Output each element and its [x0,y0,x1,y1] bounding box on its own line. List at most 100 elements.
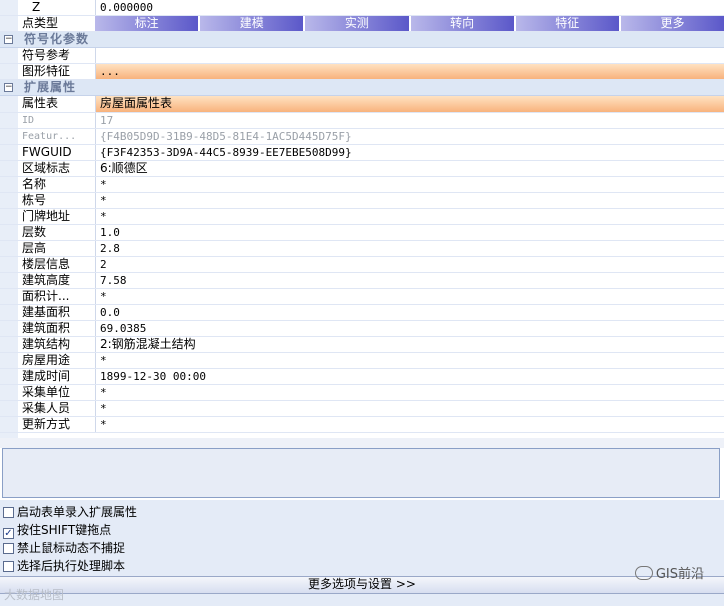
collapse-icon[interactable]: − [4,35,13,44]
attr-row[interactable]: 层高 2.8 [0,241,724,257]
collapse-icon[interactable]: − [4,83,13,92]
section-extended-attrs[interactable]: − 扩展属性 [0,80,724,96]
attr-value[interactable]: * [95,401,724,416]
point-type-tabs: 标注 建模 实测 转向 特征 更多 [95,16,724,31]
indent-bar [0,417,18,432]
attr-row[interactable]: 更新方式 * [0,417,724,433]
indent-bar [0,337,18,352]
attr-row[interactable]: 门牌地址 * [0,209,724,225]
attr-row[interactable]: 栋号 * [0,193,724,209]
attr-row[interactable]: 名称 * [0,177,724,193]
checkbox[interactable] [3,561,14,572]
attr-label: 采集单位 [22,385,71,399]
row-graphic-feature[interactable]: 图形特征 ... [0,64,724,80]
option-form-entry[interactable]: 启动表单录入扩展属性 [3,504,137,520]
attr-label: 面积计... [22,289,70,303]
attr-value[interactable]: * [95,193,724,208]
tab-more[interactable]: 更多 [620,16,724,31]
z-label: Z [32,0,41,14]
more-options-button[interactable]: 更多选项与设置 >> [0,576,724,594]
checkbox[interactable] [3,507,14,518]
option-run-script[interactable]: 选择后执行处理脚本 [3,558,125,574]
point-type-label: 点类型 [22,16,59,30]
attr-value[interactable]: 0.0 [95,305,724,320]
watermark-left: 大数据地图 [4,588,65,602]
indent-bar [0,0,18,15]
attr-row[interactable]: 建筑高度 7.58 [0,273,724,289]
row-value[interactable] [95,48,724,63]
attr-row[interactable]: FWGUID {F3F42353-3D9A-44C5-8939-EE7EBE508… [0,145,724,161]
attr-row[interactable]: 层数 1.0 [0,225,724,241]
z-value[interactable]: 0.000000 [95,0,724,15]
attr-row[interactable]: 房屋用途 * [0,353,724,369]
attr-value[interactable]: 17 [95,113,724,128]
attr-row[interactable]: 建筑面积 69.0385 [0,321,724,337]
attr-value[interactable]: 2:钢筋混凝土结构 [95,337,724,352]
indent-bar [0,305,18,320]
section-symbol-params[interactable]: − 符号化参数 [0,32,724,48]
attr-value[interactable]: 7.58 [95,273,724,288]
attr-row[interactable]: 建成时间 1899-12-30 00:00 [0,369,724,385]
watermark-text: GIS前沿 [655,567,704,582]
grid-blank-area [0,438,724,448]
attr-value[interactable]: * [95,177,724,192]
attr-value[interactable]: * [95,209,724,224]
tab-survey[interactable]: 实测 [305,16,409,31]
option-no-snap[interactable]: 禁止鼠标动态不捕捉 [3,540,125,556]
row-symbol-ref[interactable]: 符号参考 [0,48,724,64]
tab-turning[interactable]: 转向 [410,16,514,31]
option-shift-drag[interactable]: ✓ 按住SHIFT键拖点 [3,522,112,539]
indent-bar [0,353,18,368]
attr-row[interactable]: 面积计... * [0,289,724,305]
indent-bar [0,289,18,304]
attr-row[interactable]: 采集单位 * [0,385,724,401]
tab-feature[interactable]: 特征 [515,16,619,31]
attr-value[interactable]: 2 [95,257,724,272]
indent-bar [0,96,18,112]
description-panel [2,448,720,498]
indent-bar [0,48,18,63]
attr-row[interactable]: 建筑结构 2:钢筋混凝土结构 [0,337,724,353]
indent-bar [0,321,18,336]
attr-value[interactable]: * [95,417,724,432]
attr-label: 层数 [22,225,47,239]
attr-value[interactable]: * [95,289,724,304]
attr-value[interactable]: 1.0 [95,225,724,240]
indent-bar [0,209,18,224]
indent-bar [0,401,18,416]
attr-value[interactable]: 6:顺德区 [95,161,724,176]
attr-value[interactable]: 69.0385 [95,321,724,336]
attr-row[interactable]: 建基面积 0.0 [0,305,724,321]
attr-row[interactable]: 采集人员 * [0,401,724,417]
attribute-table-select[interactable]: 房屋面属性表 [95,96,724,112]
option-label: 按住SHIFT键拖点 [17,523,112,537]
attr-label: 建筑高度 [22,273,71,287]
attr-value[interactable]: * [95,353,724,368]
tab-annotation[interactable]: 标注 [95,16,199,31]
attr-label: FWGUID [22,145,72,159]
row-label: 符号参考 [22,48,71,62]
attr-label: 更新方式 [22,417,71,431]
indent-bar [0,225,18,240]
indent-bar [0,64,18,79]
attr-value[interactable]: {F4B05D9D-31B9-48D5-81E4-1AC5D445D75F} [95,129,724,144]
attr-label: 建筑结构 [22,337,71,351]
checkbox[interactable] [3,543,14,554]
attr-row[interactable]: 区域标志 6:顺德区 [0,161,724,177]
checkbox-checked-icon[interactable]: ✓ [3,528,14,539]
attr-value[interactable]: {F3F42353-3D9A-44C5-8939-EE7EBE508D99} [95,145,724,160]
attr-label: 层高 [22,241,47,255]
row-z[interactable]: Z 0.000000 [0,0,724,16]
attr-value[interactable]: * [95,385,724,400]
row-value[interactable]: ... [95,64,724,79]
attr-label: 建成时间 [22,369,71,383]
attr-value[interactable]: 2.8 [95,241,724,256]
attr-row[interactable]: Featur... {F4B05D9D-31B9-48D5-81E4-1AC5D4… [0,129,724,145]
attr-row[interactable]: 楼层信息 2 [0,257,724,273]
row-attribute-table[interactable]: 属性表 房屋面属性表 [0,96,724,113]
indent-bar [0,177,18,192]
attr-row[interactable]: ID 17 [0,113,724,129]
indent-bar [0,161,18,176]
attr-value[interactable]: 1899-12-30 00:00 [95,369,724,384]
tab-modeling[interactable]: 建模 [200,16,304,31]
